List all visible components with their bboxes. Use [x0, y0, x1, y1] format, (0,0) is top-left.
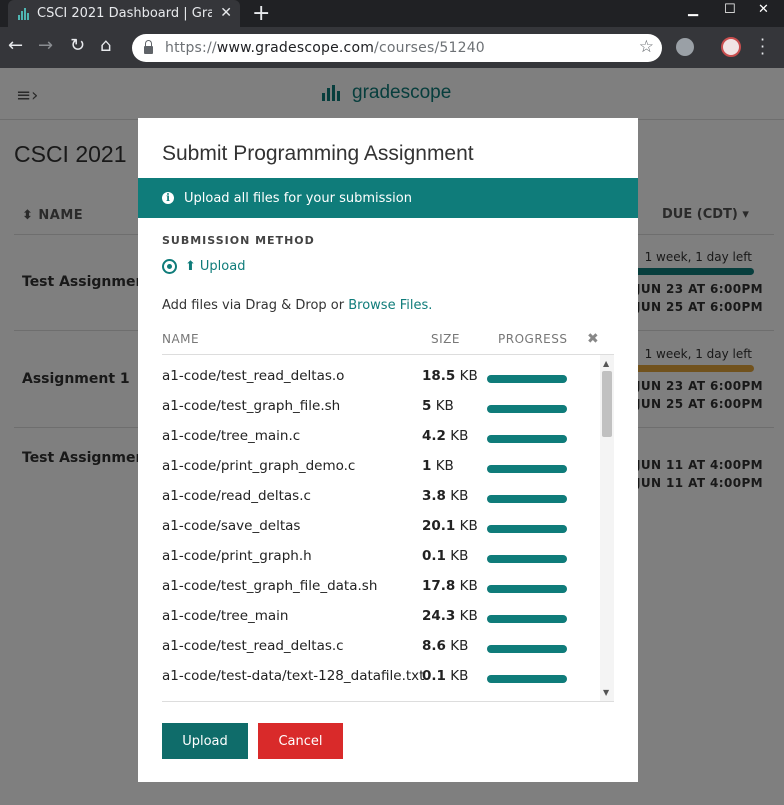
- file-size: 18.5 KB: [422, 368, 478, 384]
- browse-files-link[interactable]: Browse Files.: [348, 298, 432, 313]
- upload-method-radio[interactable]: ⬆ Upload: [162, 259, 245, 274]
- browser-tab[interactable]: CSCI 2021 Dashboard | Gradescope ✕: [8, 0, 240, 27]
- file-table[interactable]: a1-code/test_read_deltas.o 18.5 KB a1-code…: [162, 354, 614, 702]
- info-icon: i: [162, 192, 174, 204]
- upload-progress-bar: [487, 465, 567, 473]
- upload-progress-bar: [487, 375, 567, 383]
- scroll-down-icon[interactable]: ▼: [603, 688, 609, 697]
- file-name: a1-code/test-data/text-128_datafile.txt: [162, 668, 425, 684]
- file-row[interactable]: a1-code/test_read_deltas.c 8.6 KB: [162, 632, 602, 662]
- radio-selected-icon[interactable]: [162, 259, 177, 274]
- file-size: 8.6 KB: [422, 638, 469, 654]
- file-row[interactable]: a1-code/test_read_deltas.o 18.5 KB: [162, 362, 602, 392]
- upload-progress-bar: [487, 495, 567, 503]
- file-size: 1 KB: [422, 458, 454, 474]
- file-size: 20.1 KB: [422, 518, 478, 534]
- file-name: a1-code/test_graph_file_data.sh: [162, 578, 378, 594]
- forward-icon[interactable]: →: [38, 36, 53, 56]
- info-text: Upload all files for your submission: [184, 190, 412, 206]
- column-size-header: SIZE: [431, 332, 460, 346]
- add-files-hint: Add files via Drag & Drop or Browse File…: [162, 298, 433, 313]
- file-name: a1-code/test_graph_file.sh: [162, 398, 341, 414]
- file-row[interactable]: a1-code/print_graph_demo.c 1 KB: [162, 452, 602, 482]
- lock-icon: [144, 40, 153, 54]
- file-name: a1-code/print_graph_demo.c: [162, 458, 356, 474]
- modal-title: Submit Programming Assignment: [162, 142, 474, 165]
- file-name: a1-code/tree_main.c: [162, 428, 301, 444]
- file-row[interactable]: a1-code/test_graph_file_data.sh 17.8 KB: [162, 572, 602, 602]
- minimize-icon[interactable]: ▁: [688, 2, 698, 17]
- browser-titlebar: CSCI 2021 Dashboard | Gradescope ✕ + ▁ ☐…: [0, 0, 784, 27]
- tab-title: CSCI 2021 Dashboard | Gradescope: [37, 6, 212, 21]
- file-size: 5 KB: [422, 398, 454, 414]
- file-row[interactable]: a1-code/print_graph.h 0.1 KB: [162, 542, 602, 572]
- scrollbar-thumb[interactable]: [602, 371, 612, 437]
- upload-progress-bar: [487, 615, 567, 623]
- new-tab-icon[interactable]: +: [252, 1, 270, 26]
- file-size: 17.8 KB: [422, 578, 478, 594]
- upload-method-label[interactable]: Upload: [200, 259, 246, 274]
- gradescope-favicon-icon: [18, 7, 29, 20]
- file-name: a1-code/tree_main: [162, 608, 289, 624]
- info-banner: i Upload all files for your submission: [138, 178, 638, 218]
- address-bar[interactable]: https://www.gradescope.com/courses/51240…: [132, 34, 662, 62]
- back-icon[interactable]: ←: [8, 36, 23, 56]
- submission-method-label: SUBMISSION METHOD: [162, 234, 315, 247]
- url-text: https://www.gradescope.com/courses/51240: [165, 40, 485, 56]
- home-icon[interactable]: ⌂: [100, 36, 111, 56]
- submit-assignment-modal: Submit Programming Assignment i Upload a…: [138, 118, 638, 782]
- upload-progress-bar: [487, 675, 567, 683]
- remove-all-icon[interactable]: ✖: [587, 331, 599, 347]
- file-row[interactable]: a1-code/read_deltas.c 3.8 KB: [162, 482, 602, 512]
- file-row[interactable]: a1-code/save_deltas 20.1 KB: [162, 512, 602, 542]
- tab-close-icon[interactable]: ✕: [220, 5, 232, 21]
- window-close-icon[interactable]: ✕: [758, 2, 769, 17]
- profile-avatar[interactable]: [721, 37, 741, 57]
- upload-progress-bar: [487, 435, 567, 443]
- upload-progress-bar: [487, 585, 567, 593]
- upload-progress-bar: [487, 645, 567, 653]
- cancel-button[interactable]: Cancel: [258, 723, 343, 759]
- browser-toolbar: ← → ↻ ⌂ https://www.gradescope.com/cours…: [0, 27, 784, 68]
- file-size: 3.8 KB: [422, 488, 469, 504]
- file-size: 0.1 KB: [422, 668, 469, 684]
- file-name: a1-code/print_graph.h: [162, 548, 312, 564]
- upload-icon: ⬆: [185, 259, 196, 274]
- file-row[interactable]: a1-code/tree_main 24.3 KB: [162, 602, 602, 632]
- upload-progress-bar: [487, 525, 567, 533]
- file-row[interactable]: a1-code/tree_main.c 4.2 KB: [162, 422, 602, 452]
- scroll-up-icon[interactable]: ▲: [603, 359, 609, 368]
- bookmark-star-icon[interactable]: ☆: [639, 37, 654, 57]
- column-progress-header: PROGRESS: [498, 332, 568, 346]
- file-row[interactable]: a1-code/test-data/text-128_datafile.txt 0…: [162, 662, 602, 692]
- upload-progress-bar: [487, 555, 567, 563]
- column-name-header: NAME: [162, 332, 200, 346]
- file-size: 0.1 KB: [422, 548, 469, 564]
- file-name: a1-code/save_deltas: [162, 518, 301, 534]
- file-name: a1-code/read_deltas.c: [162, 488, 311, 504]
- upload-button[interactable]: Upload: [162, 723, 248, 759]
- file-size: 4.2 KB: [422, 428, 469, 444]
- browser-menu-icon[interactable]: · · ·: [760, 32, 765, 62]
- file-row[interactable]: a1-code/test_graph_file.sh 5 KB: [162, 392, 602, 422]
- file-name: a1-code/test_read_deltas.c: [162, 638, 344, 654]
- file-table-scrollbar[interactable]: ▲ ▼: [600, 355, 614, 701]
- file-name: a1-code/test_read_deltas.o: [162, 368, 345, 384]
- file-size: 24.3 KB: [422, 608, 478, 624]
- reload-icon[interactable]: ↻: [70, 36, 85, 56]
- maximize-icon[interactable]: ☐: [724, 2, 736, 17]
- extension-icon[interactable]: [676, 38, 694, 56]
- upload-progress-bar: [487, 405, 567, 413]
